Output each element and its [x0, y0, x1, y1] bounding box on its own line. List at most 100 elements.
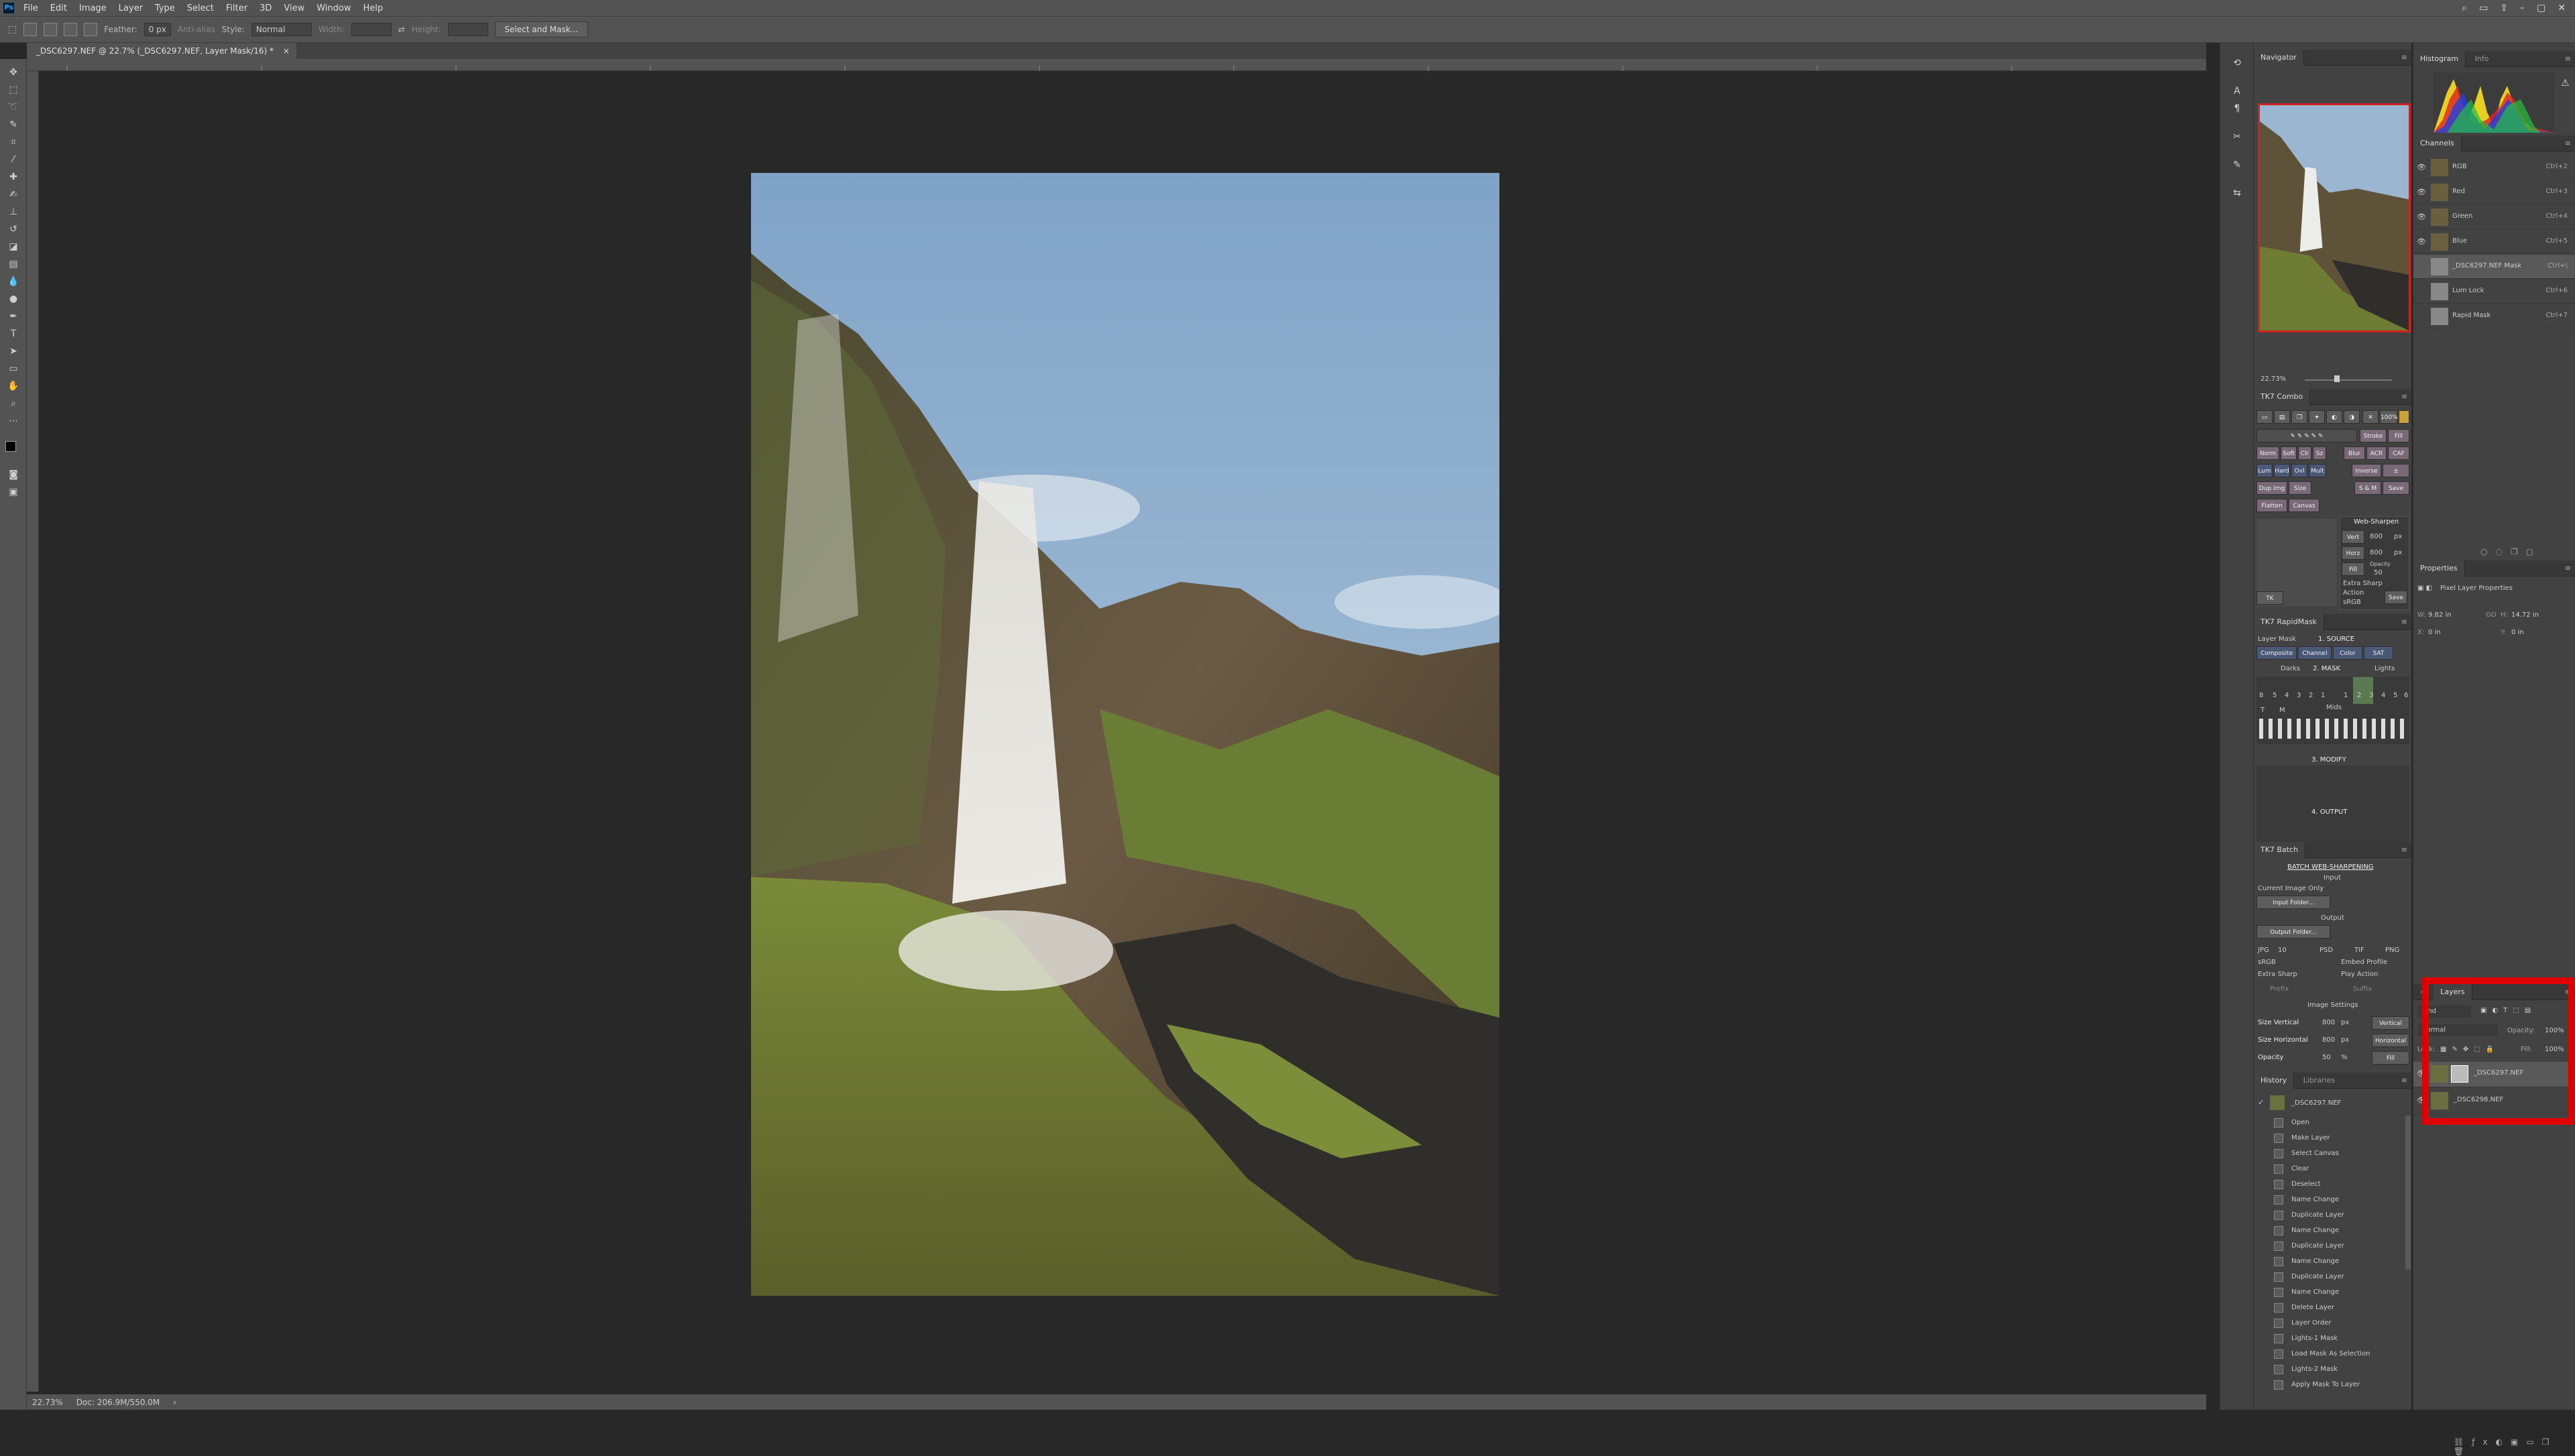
copy-icon[interactable]: ❐	[2291, 410, 2307, 424]
save-button[interactable]: Save	[2383, 481, 2409, 495]
panel-menu-icon[interactable]: ≡	[2565, 51, 2571, 67]
zoom-100-button[interactable]: 100%	[2380, 410, 2398, 424]
eye-icon[interactable]: 👁	[2416, 187, 2427, 198]
folder-icon[interactable]: ▭	[2256, 410, 2273, 424]
screen-mode-icon[interactable]: ▣	[5, 484, 21, 500]
web-action[interactable]: Action	[2343, 589, 2364, 597]
history-item[interactable]: Duplicate Layer	[2254, 1270, 2408, 1285]
x-value[interactable]: 0 in	[2428, 629, 2441, 636]
history-item[interactable]: Clear	[2254, 1162, 2408, 1177]
zone-l5[interactable]: 5	[2393, 692, 2397, 699]
png-checkbox[interactable]: PNG	[2385, 947, 2399, 954]
history-item[interactable]: Lights-2 Mask	[2254, 1362, 2408, 1378]
psd-checkbox[interactable]: PSD	[2320, 947, 2333, 954]
rapidmask-tab[interactable]: TK7 RapidMask	[2254, 614, 2324, 630]
fit-icon[interactable]: ✕	[2362, 410, 2379, 424]
menu-type[interactable]: Type	[149, 3, 181, 13]
move-tool-icon[interactable]: ✥	[5, 64, 21, 80]
caf-button[interactable]: CAF	[2388, 446, 2409, 460]
blend-norm-button[interactable]: Norm	[2256, 446, 2279, 460]
batch-extra-sharp-checkbox[interactable]: Extra Sharp	[2258, 971, 2297, 978]
channels-tab[interactable]: Channels	[2413, 135, 2462, 151]
panel-menu-icon[interactable]: ≡	[2401, 614, 2407, 630]
marquee-tool-icon[interactable]: ⬚	[8, 24, 17, 35]
size-horizontal-value[interactable]: 800	[2322, 1036, 2335, 1044]
menu-filter[interactable]: Filter	[220, 3, 253, 13]
eye-icon[interactable]	[2416, 311, 2427, 322]
doc-icon[interactable]: ▤	[2274, 410, 2290, 424]
foreground-color[interactable]	[5, 441, 16, 452]
web-extra-sharp[interactable]: Extra Sharp	[2343, 580, 2383, 587]
history-item[interactable]: Select Canvas	[2254, 1146, 2408, 1162]
zone-l6[interactable]: 6	[2404, 692, 2408, 699]
panel-menu-icon[interactable]: ≡	[2401, 842, 2407, 858]
new-selection-icon[interactable]	[23, 23, 38, 36]
web-opacity-value[interactable]: 50	[2374, 569, 2383, 577]
stroke-button[interactable]: Stroke	[2360, 429, 2387, 442]
eye-icon[interactable]: 👁	[2416, 237, 2427, 247]
zone-8[interactable]: 8	[2259, 692, 2263, 699]
navigator-tab[interactable]: Navigator	[2254, 50, 2304, 66]
pen-tool-icon[interactable]: ✒	[5, 308, 21, 324]
tif-checkbox[interactable]: TIF	[2354, 947, 2364, 954]
zone-3[interactable]: 3	[2297, 692, 2301, 699]
eye-icon[interactable]	[2416, 261, 2427, 272]
history-item[interactable]: Duplicate Layer	[2254, 1208, 2408, 1223]
input-folder-button[interactable]: Input Folder...	[2256, 896, 2330, 909]
history-item[interactable]: Delete Layer	[2254, 1300, 2408, 1316]
anti-alias-checkbox[interactable]: Anti-alias	[178, 25, 215, 34]
subtract-selection-icon[interactable]	[64, 23, 78, 36]
dup-img-button[interactable]: Dup Img	[2256, 481, 2287, 495]
quick-mask-icon[interactable]: ◙	[5, 467, 21, 483]
zone-5[interactable]: 5	[2273, 692, 2277, 699]
channel-row[interactable]: _DSC6297.NEF Mask Ctrl+\	[2413, 255, 2575, 279]
plus-minus-select-button[interactable]: ± Select	[2383, 464, 2409, 488]
s-and-m-button[interactable]: S & M	[2354, 481, 2381, 495]
lasso-tool-icon[interactable]: ➰	[5, 99, 21, 115]
color-button[interactable]: Color	[2333, 646, 2362, 660]
panel-menu-icon[interactable]: ≡	[2401, 50, 2407, 66]
zone-2[interactable]: 2	[2309, 692, 2313, 699]
vert-button[interactable]: Vert	[2342, 530, 2364, 544]
web-save-button[interactable]: Save	[2385, 591, 2407, 604]
type-tool-icon[interactable]: T	[5, 326, 21, 342]
play-action-checkbox[interactable]: Play Action	[2341, 971, 2378, 978]
histogram-warning-icon[interactable]: ⚠	[2561, 78, 2570, 88]
zoom-tool-icon[interactable]: ⌕	[5, 396, 21, 412]
layer-footer-icons[interactable]: ⛓ƒx◐▣▭❐🗑	[2454, 1437, 2574, 1456]
marquee-tool-icon[interactable]: ⬚	[5, 82, 21, 98]
vertical-button[interactable]: Vertical	[2372, 1016, 2409, 1030]
embed-profile-checkbox[interactable]: Embed Profile	[2341, 959, 2387, 966]
eye-icon[interactable]: 👁	[2416, 212, 2427, 223]
quick-select-tool-icon[interactable]: ✎	[5, 117, 21, 133]
blend-lum-button[interactable]: Lum	[2256, 464, 2273, 477]
t-label[interactable]: T	[2261, 707, 2265, 714]
document-image[interactable]	[751, 173, 1499, 1296]
menu-help[interactable]: Help	[357, 3, 390, 13]
inverse-button[interactable]: Inverse	[2352, 464, 2381, 477]
channel-footer-icons[interactable]: ○◌❐▢	[2480, 547, 2574, 560]
output-folder-button[interactable]: Output Folder...	[2256, 925, 2330, 938]
h-value[interactable]: 14.72 in	[2511, 611, 2539, 619]
style-select[interactable]: Normal	[251, 23, 312, 36]
menu-image[interactable]: Image	[73, 3, 113, 13]
panel-menu-icon[interactable]: ≡	[2401, 389, 2407, 405]
navigator-zoom-slider[interactable]	[2305, 379, 2392, 381]
w-value[interactable]: 9.82 in	[2428, 611, 2452, 619]
eye-icon[interactable]: 👁	[2416, 162, 2427, 173]
canvas-button[interactable]: Canvas	[2289, 499, 2320, 512]
histogram-tab[interactable]: Histogram	[2413, 51, 2466, 67]
navigator-preview[interactable]	[2258, 103, 2411, 332]
current-image-only-checkbox[interactable]: Current Image Only	[2258, 885, 2324, 892]
y-value[interactable]: 0 in	[2511, 629, 2524, 636]
add-selection-icon[interactable]	[44, 23, 58, 36]
acr-button[interactable]: ACR	[2366, 446, 2387, 460]
history-item[interactable]: Open	[2254, 1115, 2408, 1131]
composite-button[interactable]: Composite	[2256, 646, 2297, 660]
workspace-icon[interactable]: ▭	[2479, 3, 2488, 13]
history-item[interactable]: Layer Order	[2254, 1316, 2408, 1331]
shape-tool-icon[interactable]: ▭	[5, 361, 21, 377]
zone-4[interactable]: 4	[2285, 692, 2289, 699]
history-icon[interactable]: ⟲	[2229, 55, 2245, 71]
batch-opacity-value[interactable]: 50	[2322, 1054, 2331, 1061]
